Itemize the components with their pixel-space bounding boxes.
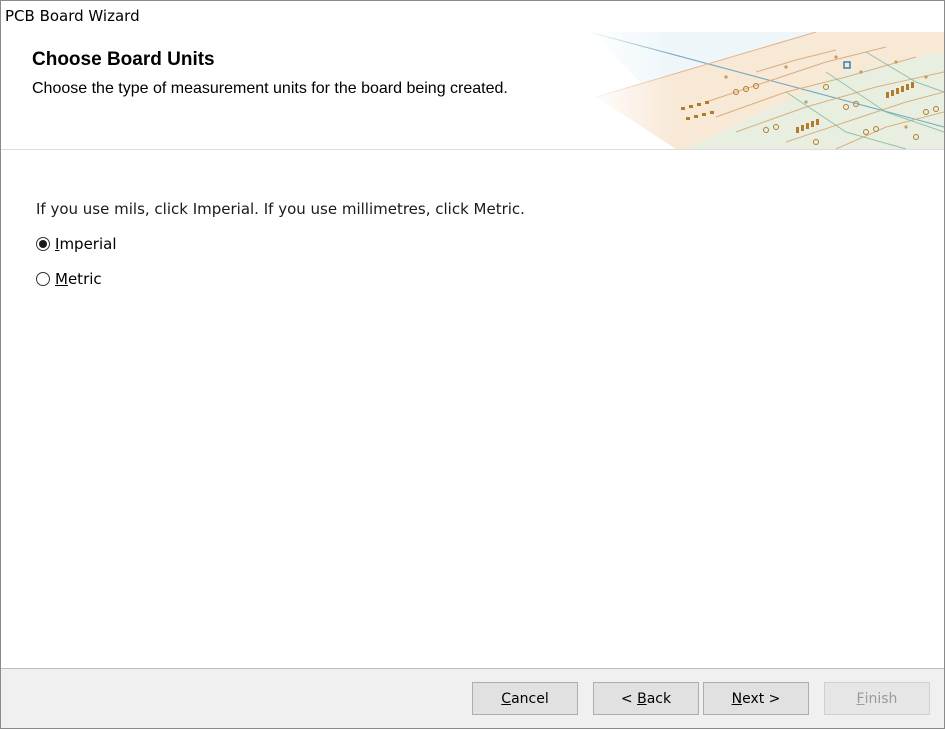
page-subtitle: Choose the type of measurement units for… [32, 80, 508, 97]
metric-label[interactable]: Metric [55, 270, 102, 288]
cancel-button[interactable]: Cancel [472, 682, 578, 715]
metric-radio[interactable] [36, 272, 50, 286]
next-button[interactable]: Next > [703, 682, 809, 715]
imperial-label[interactable]: Imperial [55, 235, 117, 253]
button-bar: Cancel < Back Next > Finish [1, 668, 944, 728]
pcb-banner-image [586, 32, 944, 149]
finish-button[interactable]: Finish [824, 682, 930, 715]
wizard-content: If you use mils, click Imperial. If you … [1, 150, 944, 668]
title-bar[interactable]: PCB Board Wizard [1, 1, 944, 32]
wizard-window: PCB Board Wizard Choose Board Units Choo… [0, 0, 945, 729]
back-button[interactable]: < Back [593, 682, 699, 715]
metric-option[interactable]: Metric [36, 270, 102, 288]
page-title: Choose Board Units [32, 49, 215, 70]
instruction-text: If you use mils, click Imperial. If you … [36, 200, 525, 218]
window-title: PCB Board Wizard [5, 7, 140, 25]
imperial-radio[interactable] [36, 237, 50, 251]
wizard-header: Choose Board Units Choose the type of me… [1, 32, 944, 150]
imperial-option[interactable]: Imperial [36, 235, 117, 253]
